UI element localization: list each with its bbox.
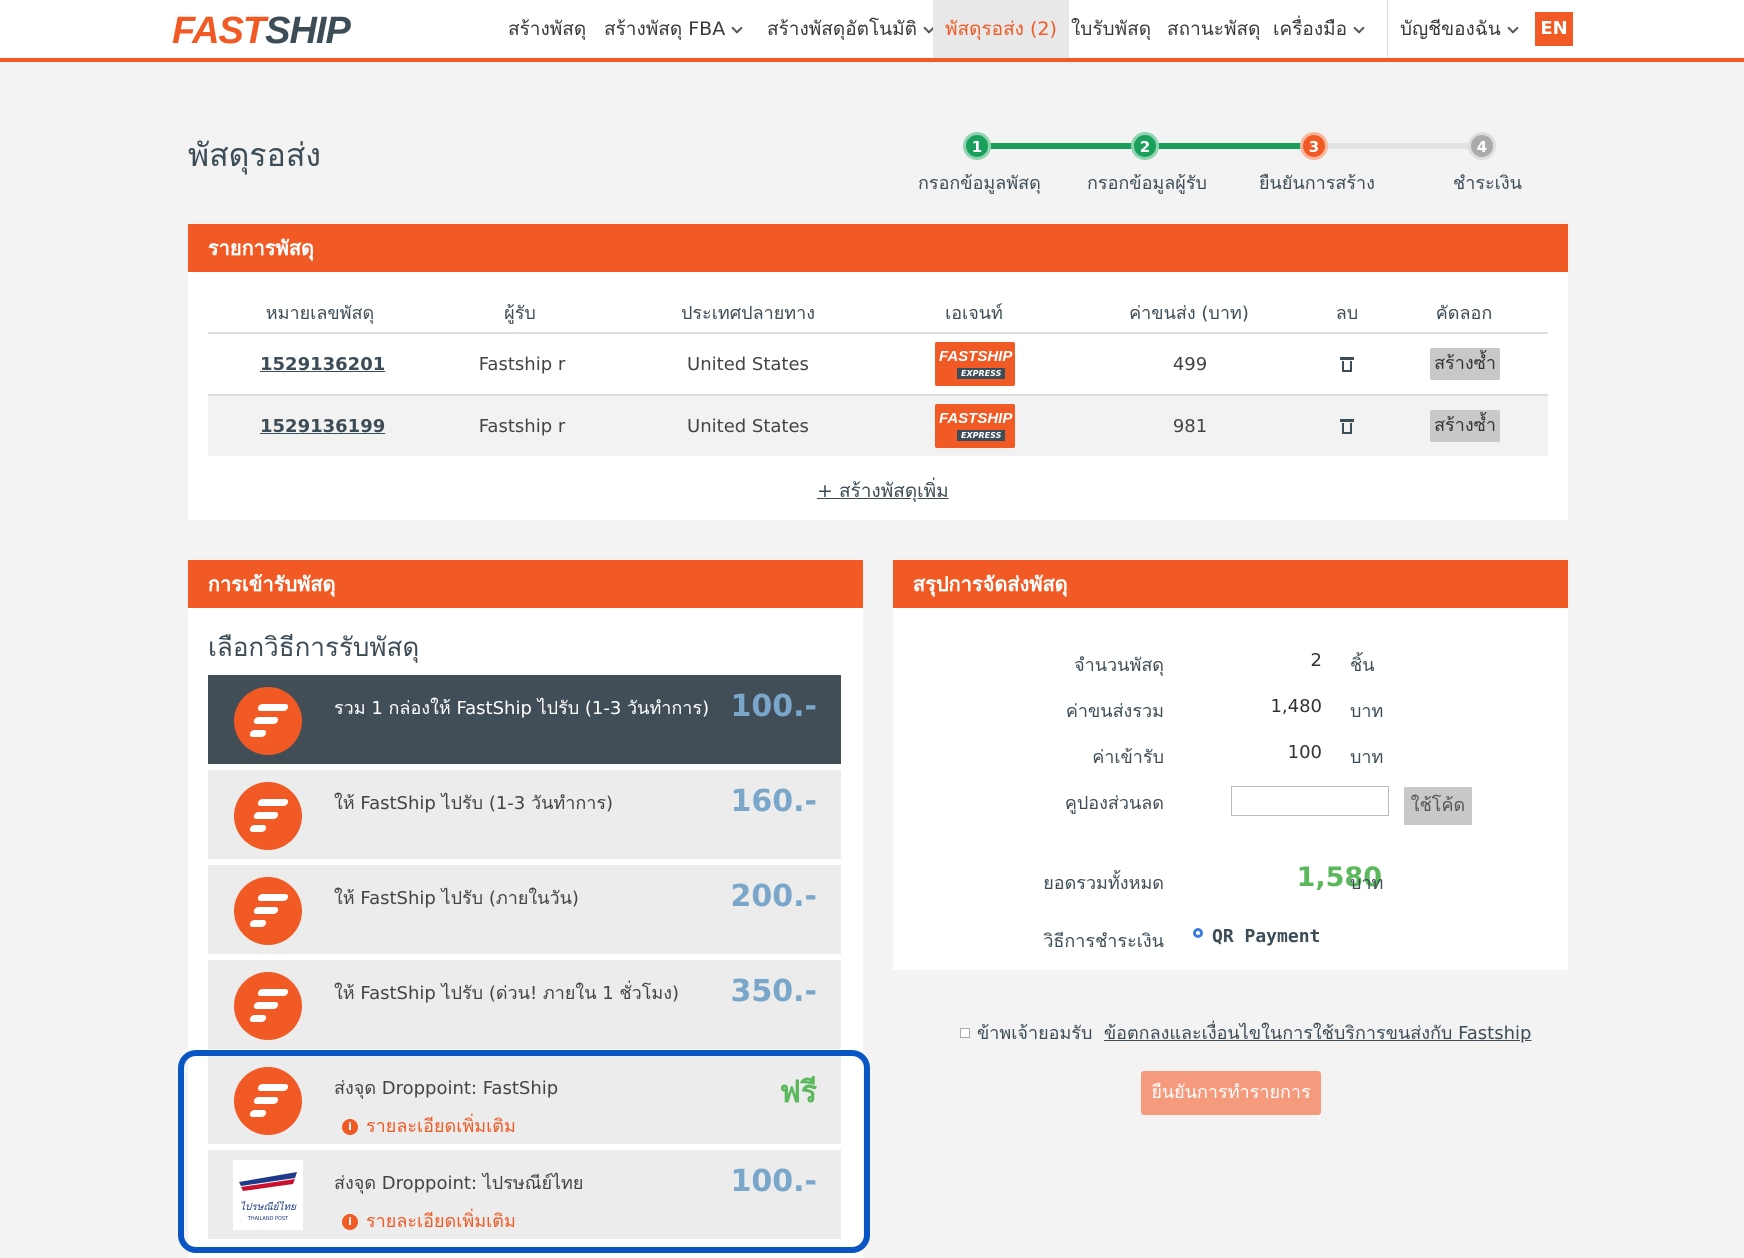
pickup-fee-label: ค่าเข้ารับ [1092,747,1164,768]
pickup-option-express[interactable]: ให้ FastShip ไปรับ (ด่วน! ภายใน 1 ชั่วโม… [208,960,841,1049]
nav-pending-parcels[interactable]: พัสดุรอส่ง (2) [933,0,1069,58]
trash-icon[interactable] [1340,419,1354,434]
col-header-agent: เอเจนท์ [945,303,1003,324]
fastship-icon [234,687,302,755]
confirm-transaction-button[interactable]: ยืนยันการทำรายการ [1141,1071,1321,1115]
parcel-count-value: 2 [1310,650,1322,671]
duplicate-button[interactable]: สร้างซ้ำ [1430,348,1500,380]
cost-cell: 499 [1172,354,1208,375]
step-2-label: กรอกข้อมูลผู้รับ [1087,173,1207,194]
main-nav: สร้างพัสดุ สร้างพัสดุ FBA สร้างพัสดุอัตโ… [0,0,1744,58]
shipping-total-unit: บาท [1350,701,1384,722]
page-title: พัสดุรอส่ง [188,136,321,174]
step-1-label: กรอกข้อมูลพัสดุ [918,173,1041,194]
col-header-recipient: ผู้รับ [504,303,536,324]
nav-create-auto[interactable]: สร้างพัสดุอัตโนมัติ [767,0,935,58]
duplicate-button[interactable]: สร้างซ้ำ [1430,410,1500,442]
pickup-method-heading: เลือกวิธีการรับพัสดุ [208,633,420,663]
option-price: 350.- [730,974,817,1009]
option-label: รวม 1 กล่องให้ FastShip ไปรับ (1-3 วันทำ… [334,698,710,719]
option-price: 100.- [730,689,817,724]
shipping-summary-panel: สรุปการจัดส่งพัสดุ [893,560,1568,970]
recipient-cell: Fastship r [478,354,566,375]
language-toggle[interactable]: EN [1535,12,1573,46]
nav-create-fba[interactable]: สร้างพัสดุ FBA [604,0,743,58]
pickup-option-consolidated[interactable]: รวม 1 กล่องให้ FastShip ไปรับ (1-3 วันทำ… [208,675,841,764]
nav-create-parcel[interactable]: สร้างพัสดุ [508,0,586,58]
add-parcel-link[interactable]: + สร้างพัสดุเพิ่ม [817,476,949,506]
recipient-cell: Fastship r [478,416,566,437]
terms-checkbox[interactable] [960,1028,970,1038]
col-header-destination: ประเทศปลายทาง [680,303,816,324]
pickup-option-same-day[interactable]: ให้ FastShip ไปรับ (ภายในวัน) 200.- [208,865,841,954]
option-label: ให้ FastShip ไปรับ (1-3 วันทำการ) [334,793,614,814]
shipping-total-value: 1,480 [1270,696,1322,717]
cost-cell: 981 [1172,416,1208,437]
fastship-icon [234,782,302,850]
step-4-label: ชำระเงิน [1453,173,1522,194]
panel-title: การเข้ารับพัสดุ [188,560,863,608]
step-connector [977,143,1143,149]
terms-link[interactable]: ข้อตกลงและเงื่อนไขในการใช้บริการขนส่งกับ… [1104,1023,1532,1044]
highlight-annotation-box [178,1050,870,1253]
col-header-cost: ค่าขนส่ง (บาท) [1129,303,1249,324]
panel-title: รายการพัสดุ [188,224,1568,272]
parcel-count-unit: ชิ้น [1350,655,1375,676]
terms-text: ข้าพเจ้ายอมรับ ข้อตกลงและเงื่อนไขในการใช… [977,1023,1532,1044]
option-price: 160.- [730,784,817,819]
qr-payment-radio[interactable] [1193,928,1203,938]
fastship-icon [234,972,302,1040]
fastship-express-agent-logo: FASTSHIP EXPRESS [935,404,1015,448]
option-price: 200.- [730,879,817,914]
grand-total-label: ยอดรวมทั้งหมด [1043,873,1164,894]
payment-method-label: วิธีการชำระเงิน [1043,931,1164,952]
apply-coupon-button[interactable]: ใช้โค้ด [1404,787,1472,825]
pickup-fee-unit: บาท [1350,747,1384,768]
nav-receipts[interactable]: ใบรับพัสดุ [1071,0,1151,58]
step-2-dot: 2 [1131,132,1159,160]
country-cell: United States [687,416,809,437]
panel-title: สรุปการจัดส่งพัสดุ [893,560,1568,608]
col-header-delete: ลบ [1335,303,1359,324]
step-4-dot: 4 [1468,132,1496,160]
nav-parcel-status[interactable]: สถานะพัสดุ [1167,0,1260,58]
pickup-option-standard[interactable]: ให้ FastShip ไปรับ (1-3 วันทำการ) 160.- [208,770,841,859]
coupon-input[interactable] [1231,786,1389,816]
chevron-down-icon [1353,22,1365,34]
option-label: ให้ FastShip ไปรับ (ภายในวัน) [334,888,579,909]
parcel-id-link[interactable]: 1529136201 [260,354,385,375]
parcel-count-label: จำนวนพัสดุ [1074,655,1164,676]
coupon-label: คูปองส่วนลด [1064,793,1164,814]
nav-tools[interactable]: เครื่องมือ [1273,0,1365,58]
col-header-parcel-id: หมายเลขพัสดุ [265,303,375,324]
pickup-fee-value: 100 [1287,742,1322,763]
step-connector [1314,143,1480,149]
qr-payment-option[interactable]: QR Payment [1212,926,1320,947]
step-3-dot: 3 [1300,132,1328,160]
nav-my-account[interactable]: บัญชีของฉัน [1400,0,1519,58]
top-nav-bar: FASTSHIP สร้างพัสดุ สร้างพัสดุ FBA สร้าง… [0,0,1744,62]
step-connector [1145,143,1311,149]
chevron-down-icon [1507,22,1519,34]
parcel-id-link[interactable]: 1529136199 [260,416,385,437]
chevron-down-icon [731,22,743,34]
fastship-icon [234,877,302,945]
step-1-dot: 1 [963,132,991,160]
trash-icon[interactable] [1340,357,1354,372]
col-header-copy: คัดลอก [1435,303,1493,324]
fastship-express-agent-logo: FASTSHIP EXPRESS [935,342,1015,386]
country-cell: United States [687,354,809,375]
shipping-total-label: ค่าขนส่งรวม [1065,701,1164,722]
nav-divider [1387,0,1388,58]
step-3-label: ยืนยันการสร้าง [1259,173,1375,194]
grand-total-unit: บาท [1350,873,1384,894]
option-label: ให้ FastShip ไปรับ (ด่วน! ภายใน 1 ชั่วโม… [334,983,680,1004]
